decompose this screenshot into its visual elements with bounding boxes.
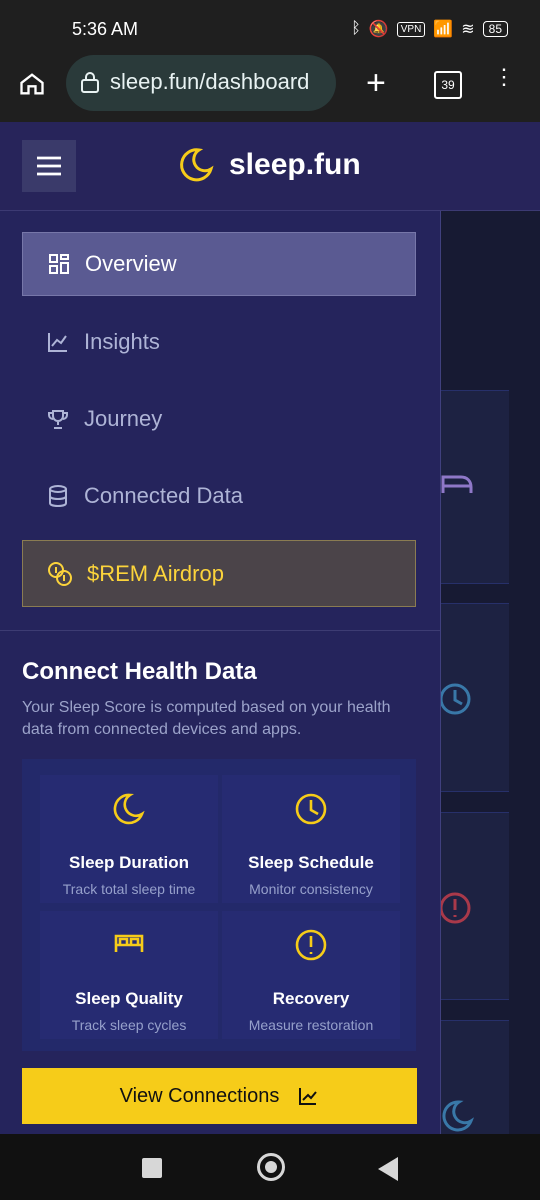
moon-logo-icon [180, 148, 214, 182]
more-menu-icon[interactable]: ⋮ [493, 66, 515, 88]
home-button[interactable] [257, 1153, 285, 1181]
clock-icon [295, 793, 327, 825]
url-text: sleep.fun/dashboard [110, 69, 310, 94]
bed-icon [114, 934, 144, 952]
tile-title: Sleep Schedule [248, 853, 374, 872]
signal-icon: 📶 [433, 21, 454, 38]
tile-subtitle: Track total sleep time [62, 881, 196, 897]
cta-label: View Connections [119, 1084, 280, 1107]
bluetooth-icon: ᛒ [351, 20, 361, 37]
clock-icon [441, 683, 471, 715]
url-bar[interactable]: sleep.fun/dashboard [66, 55, 336, 111]
home-icon[interactable] [18, 70, 46, 98]
database-icon [49, 485, 67, 508]
bed-icon [441, 475, 473, 493]
back-button[interactable] [378, 1157, 398, 1181]
status-bar: 5:36 AM ᛒ 🔕 VPN 📶 ≋ 85 [0, 0, 540, 60]
view-connections-button[interactable]: View Connections [22, 1068, 417, 1124]
coins-icon [48, 561, 72, 586]
dashboard-icon [49, 254, 69, 274]
recent-apps-button[interactable] [142, 1158, 162, 1178]
brand-logo[interactable]: sleep.fun [177, 146, 361, 184]
tile-sleep-quality[interactable]: Sleep Quality Track sleep cycles [40, 911, 218, 1039]
alert-circle-icon [441, 892, 471, 924]
tile-title: Recovery [272, 989, 350, 1008]
section-title: Connect Health Data [22, 658, 257, 685]
nav-label: Journey [84, 406, 163, 431]
tile-subtitle: Monitor consistency [249, 881, 373, 897]
lock-icon [81, 72, 99, 93]
dashboard-card [440, 812, 509, 1000]
health-data-panel: Sleep Duration Track total sleep time Sl… [22, 759, 416, 1051]
nav-label: Overview [85, 251, 177, 276]
tile-subtitle: Measure restoration [248, 1017, 374, 1033]
menu-button[interactable] [22, 140, 76, 192]
moon-icon [113, 793, 145, 825]
wifi-icon: ≋ [461, 21, 475, 38]
section-description: Your Sleep Score is computed based on yo… [22, 699, 391, 738]
status-time: 5:36 AM [72, 19, 139, 39]
dashboard-card [440, 1020, 509, 1136]
vpn-badge: VPN [396, 21, 426, 37]
nav-label: Insights [84, 329, 160, 354]
nav-overview[interactable]: Overview [22, 232, 416, 296]
nav-label: $REM Airdrop [87, 560, 224, 586]
nav-journey[interactable]: Journey [22, 387, 416, 451]
tile-subtitle: Track sleep cycles [71, 1017, 187, 1033]
status-icons: ᛒ 🔕 VPN 📶 ≋ 85 [351, 19, 508, 39]
alert-circle-icon [295, 929, 327, 961]
nav-connected-data[interactable]: Connected Data [22, 464, 416, 528]
muted-bell-icon: 🔕 [368, 21, 389, 38]
moon-icon [442, 1100, 475, 1132]
nav-insights[interactable]: Insights [22, 310, 416, 374]
line-chart-icon [48, 333, 67, 352]
hamburger-icon [37, 156, 61, 176]
nav-label: Connected Data [84, 483, 243, 508]
trophy-icon [48, 410, 68, 429]
chart-icon [299, 1088, 318, 1105]
tile-title: Sleep Quality [75, 989, 183, 1008]
dashboard-card [440, 390, 509, 584]
tile-sleep-duration[interactable]: Sleep Duration Track total sleep time [40, 775, 218, 903]
tab-switcher-button[interactable]: 39 [434, 71, 462, 99]
tile-title: Sleep Duration [69, 853, 189, 872]
dashboard-card [440, 603, 509, 792]
tile-sleep-schedule[interactable]: Sleep Schedule Monitor consistency [222, 775, 400, 903]
brand-name: sleep.fun [229, 148, 361, 181]
nav-rem-airdrop[interactable]: $REM Airdrop [22, 540, 416, 607]
tile-recovery[interactable]: Recovery Measure restoration [222, 911, 400, 1039]
battery-icon: 85 [482, 21, 508, 37]
new-tab-icon[interactable]: + [366, 66, 386, 100]
drawer-divider [0, 630, 440, 631]
